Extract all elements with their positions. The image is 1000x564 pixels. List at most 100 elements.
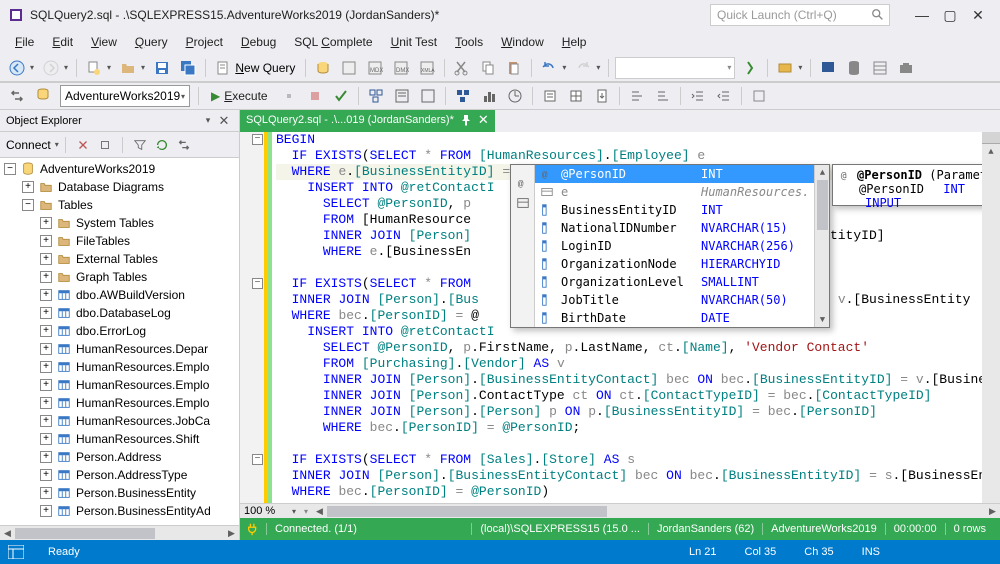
scroll-right-icon[interactable]: ▶	[224, 526, 239, 540]
expander-icon[interactable]: +	[40, 235, 52, 247]
new-item-button[interactable]	[83, 57, 105, 79]
client-stats-button[interactable]	[504, 85, 526, 107]
new-item-dropdown[interactable]: ▾	[107, 63, 115, 72]
undo-button[interactable]	[538, 57, 560, 79]
tree-node[interactable]: +Person.BusinessEntityAd	[0, 502, 239, 520]
disconnect-icon[interactable]	[74, 136, 92, 154]
tree-node[interactable]: +HumanResources.Emplo	[0, 358, 239, 376]
comment-button[interactable]	[626, 85, 648, 107]
available-db-button[interactable]	[32, 85, 54, 107]
cut-button[interactable]	[451, 57, 473, 79]
nav-back-dropdown[interactable]: ▾	[30, 63, 38, 72]
registered-servers-dropdown[interactable]: ▾	[798, 63, 806, 72]
parse-button[interactable]	[330, 85, 352, 107]
scroll-up-icon[interactable]: ▲	[815, 165, 830, 180]
live-stats-button[interactable]	[478, 85, 500, 107]
find-combo[interactable]: ▾	[615, 57, 735, 79]
quick-launch-input[interactable]: Quick Launch (Ctrl+Q)	[710, 4, 890, 26]
expander-icon[interactable]: +	[40, 271, 52, 283]
intellisense-item[interactable]: @@PersonIDINT	[535, 165, 814, 183]
scroll-right-icon[interactable]: ▶	[985, 504, 1000, 519]
menu-unittest[interactable]: Unit Test	[382, 32, 446, 52]
nav-fwd-dropdown[interactable]: ▾	[64, 63, 72, 72]
execute-button[interactable]: ▶Execute	[203, 85, 276, 107]
tree-node[interactable]: +HumanResources.Depar	[0, 340, 239, 358]
open-button[interactable]	[117, 57, 139, 79]
scroll-down-icon[interactable]: ▼	[815, 312, 830, 327]
results-grid-button[interactable]	[565, 85, 587, 107]
tree-node[interactable]: −AdventureWorks2019	[0, 160, 239, 178]
filter-param-icon[interactable]: @	[511, 173, 535, 193]
expander-icon[interactable]: +	[40, 433, 52, 445]
open-dropdown[interactable]: ▾	[141, 63, 149, 72]
tree-node[interactable]: +dbo.DatabaseLog	[0, 304, 239, 322]
intellisense-item[interactable]: NationalIDNumberNVARCHAR(15)	[535, 219, 814, 237]
close-button[interactable]: ✕	[964, 4, 992, 26]
redo-dropdown[interactable]: ▾	[596, 63, 604, 72]
stop-icon[interactable]	[96, 136, 114, 154]
dmx-query-button[interactable]: DMX	[390, 57, 412, 79]
intellisense-item[interactable]: LoginIDNVARCHAR(256)	[535, 237, 814, 255]
menu-tools[interactable]: Tools	[446, 32, 492, 52]
display-plan-button[interactable]	[365, 85, 387, 107]
menu-edit[interactable]: Edit	[43, 32, 82, 52]
results-file-button[interactable]	[591, 85, 613, 107]
collapse-icon[interactable]: −	[252, 278, 263, 289]
expander-icon[interactable]: +	[40, 307, 52, 319]
expander-icon[interactable]: +	[40, 397, 52, 409]
object-explorer-button[interactable]	[843, 57, 865, 79]
intellisense-item[interactable]: BirthDateDATE	[535, 309, 814, 327]
expander-icon[interactable]: +	[40, 217, 52, 229]
toolbox-button[interactable]	[895, 57, 917, 79]
menu-help[interactable]: Help	[553, 32, 596, 52]
expander-icon[interactable]: +	[40, 487, 52, 499]
document-tab[interactable]: SQLQuery2.sql - .\...019 (JordanSanders)…	[240, 110, 495, 132]
scroll-thumb[interactable]	[817, 180, 828, 230]
intellisense-item[interactable]: BusinessEntityIDINT	[535, 201, 814, 219]
intellisense-item[interactable]: JobTitleNVARCHAR(50)	[535, 291, 814, 309]
tree-node[interactable]: +HumanResources.JobCa	[0, 412, 239, 430]
paste-button[interactable]	[503, 57, 525, 79]
menu-view[interactable]: View	[82, 32, 126, 52]
find-next-button[interactable]	[739, 57, 761, 79]
expander-icon[interactable]: +	[40, 325, 52, 337]
scroll-thumb[interactable]	[15, 528, 155, 539]
panel-options-icon[interactable]: ▾	[201, 115, 215, 126]
intellisense-item[interactable]: OrganizationNodeHIERARCHYID	[535, 255, 814, 273]
connect-dropdown-icon[interactable]: ▾	[55, 140, 59, 149]
search-oe-icon[interactable]	[175, 136, 193, 154]
tree-node[interactable]: +External Tables	[0, 250, 239, 268]
intellisense-item[interactable]: OrganizationLevelSMALLINT	[535, 273, 814, 291]
redo-button[interactable]	[572, 57, 594, 79]
expander-icon[interactable]: +	[40, 289, 52, 301]
panel-close-icon[interactable]: ✕	[215, 113, 233, 129]
scroll-left-icon[interactable]: ◀	[312, 504, 327, 519]
collapse-icon[interactable]: −	[252, 454, 263, 465]
mdx-query-button[interactable]: MDX	[364, 57, 386, 79]
nav-fwd-button[interactable]	[40, 57, 62, 79]
scroll-left-icon[interactable]: ◀	[0, 526, 15, 540]
menu-project[interactable]: Project	[177, 32, 232, 52]
as-query-button[interactable]	[338, 57, 360, 79]
save-button[interactable]	[151, 57, 173, 79]
query-options-button[interactable]	[391, 85, 413, 107]
tree-node[interactable]: +HumanResources.Emplo	[0, 376, 239, 394]
intellisense-item[interactable]: eHumanResources.	[535, 183, 814, 201]
object-explorer-tree[interactable]: −AdventureWorks2019+Database Diagrams−Ta…	[0, 158, 239, 525]
expander-icon[interactable]: +	[22, 181, 34, 193]
menu-sqlcomplete[interactable]: SQL Complete	[285, 32, 381, 52]
results-text-button[interactable]	[539, 85, 561, 107]
tree-node[interactable]: +System Tables	[0, 214, 239, 232]
expander-icon[interactable]: +	[40, 361, 52, 373]
expander-icon[interactable]: +	[40, 415, 52, 427]
expander-icon[interactable]: −	[4, 163, 16, 175]
indent-button[interactable]	[687, 85, 709, 107]
intellisense-popup[interactable]: @ @@PersonIDINTeHumanResources.BusinessE…	[510, 164, 830, 328]
uncomment-button[interactable]	[652, 85, 674, 107]
scroll-thumb[interactable]	[327, 506, 607, 517]
nav-back-button[interactable]	[6, 57, 28, 79]
split-handle[interactable]	[982, 132, 1000, 144]
menu-debug[interactable]: Debug	[232, 32, 285, 52]
editor-vscroll[interactable]: ▲	[982, 132, 1000, 503]
tree-node[interactable]: +HumanResources.Shift	[0, 430, 239, 448]
